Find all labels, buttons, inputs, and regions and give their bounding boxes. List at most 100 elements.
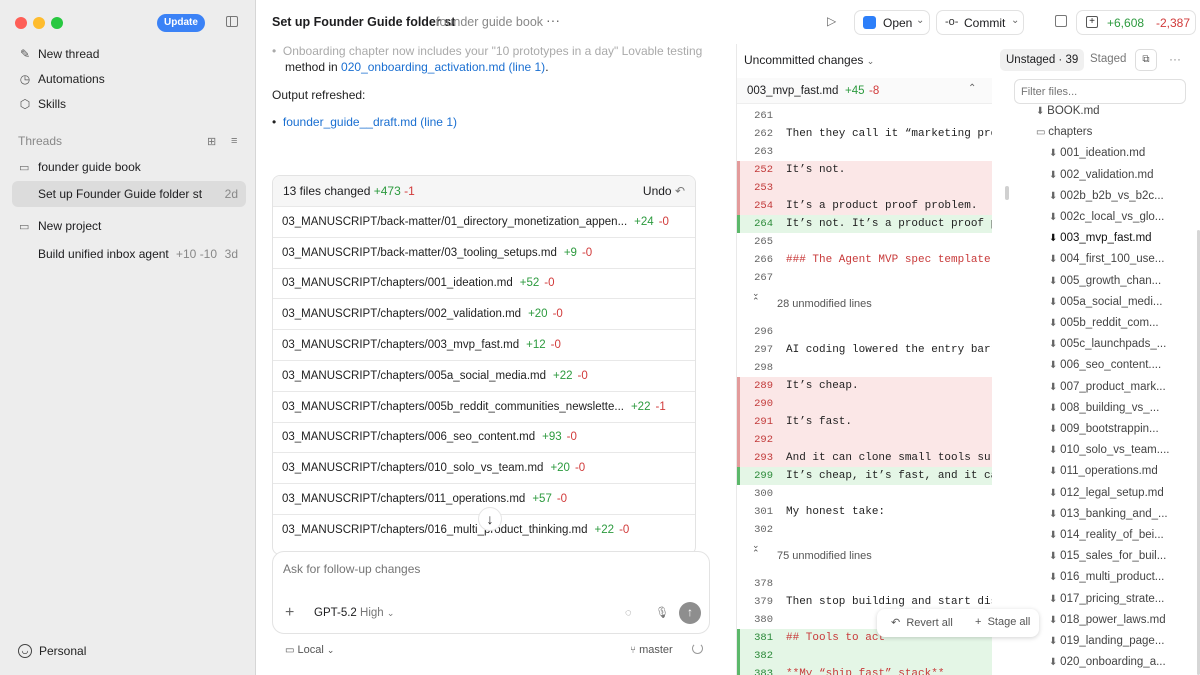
- tree-file[interactable]: ⬇ 012_legal_setup.md: [1049, 483, 1164, 504]
- tree-file[interactable]: ⬇ 011_operations.md: [1049, 461, 1158, 482]
- file-link-draft[interactable]: founder_guide__draft.md (line 1): [283, 115, 457, 129]
- tree-file[interactable]: ⬇ 019_landing_page...: [1049, 631, 1164, 652]
- add-attachment-icon[interactable]: +: [285, 604, 294, 622]
- changed-file-additions: +22: [552, 369, 573, 382]
- tree-file[interactable]: ⬇ 006_seo_content....: [1049, 355, 1161, 376]
- tree-file[interactable]: ⬇ 005b_reddit_com...: [1049, 313, 1159, 334]
- line-number: 297: [754, 344, 773, 356]
- thread-folder-new-project[interactable]: ▭ New project: [12, 213, 246, 239]
- tree-file[interactable]: ⬇ 003_mvp_fast.md: [1049, 228, 1152, 249]
- tree-label: 001_ideation.md: [1060, 147, 1146, 160]
- tree-file[interactable]: ⬇ 005_growth_chan...: [1049, 271, 1161, 292]
- new-folder-icon[interactable]: ⊞: [207, 135, 216, 148]
- line-number: 292: [754, 434, 773, 446]
- follow-up-input[interactable]: [283, 562, 683, 576]
- tree-file[interactable]: ⬇ 020_onboarding_a...: [1049, 652, 1166, 673]
- changed-file-row[interactable]: 03_MANUSCRIPT/chapters/003_mvp_fast.md +1…: [273, 329, 695, 360]
- tree-folder[interactable]: ▭ chapters: [1036, 122, 1092, 143]
- run-icon[interactable]: ▷: [827, 14, 836, 28]
- close-window-button[interactable]: [15, 17, 27, 29]
- changed-file-row[interactable]: 03_MANUSCRIPT/back-matter/01_directory_m…: [273, 206, 695, 237]
- tab-staged[interactable]: Staged: [1090, 53, 1126, 65]
- zoom-window-button[interactable]: [51, 17, 63, 29]
- tree-file[interactable]: ⬇ 002_validation.md: [1049, 165, 1154, 186]
- copy-icon[interactable]: ⧉: [1135, 49, 1157, 71]
- thread-item[interactable]: Build unified inbox agent +10 -10 3d: [12, 241, 246, 267]
- tree-label: 012_legal_setup.md: [1060, 486, 1164, 499]
- changed-file-row[interactable]: 03_MANUSCRIPT/chapters/002_validation.md…: [273, 298, 695, 329]
- changed-file-row[interactable]: 03_MANUSCRIPT/back-matter/03_tooling_set…: [273, 236, 695, 268]
- more-icon[interactable]: ···: [1169, 52, 1181, 66]
- tree-file[interactable]: ⬇ 018_power_laws.md: [1049, 610, 1166, 631]
- changed-file-row[interactable]: 03_MANUSCRIPT/chapters/005b_reddit_commu…: [273, 390, 695, 422]
- tree-file[interactable]: ⬇ 005a_social_medi...: [1049, 292, 1162, 313]
- unmodified-lines-fold[interactable]: ⌄ ⌃ 28 unmodified lines: [737, 287, 992, 323]
- changed-file-row[interactable]: 03_MANUSCRIPT/chapters/001_ideation.md +5…: [273, 267, 695, 299]
- filter-files-input[interactable]: [1014, 79, 1186, 104]
- nav-automations[interactable]: ◷ Automations: [12, 67, 244, 91]
- thread-folder-founder-guide[interactable]: ▭ founder guide book: [12, 154, 246, 180]
- diff-file-header[interactable]: 003_mvp_fast.md +45 -8 ⌃: [737, 78, 992, 104]
- tree-file[interactable]: ⬇ BOOK.md: [1036, 101, 1100, 122]
- tree-file[interactable]: ⬇ 014_reality_of_bei...: [1049, 525, 1164, 546]
- environment-selector[interactable]: ▭ Local ⌄: [285, 644, 334, 656]
- thread-item-selected[interactable]: Set up Founder Guide folder st 2d: [12, 181, 246, 207]
- download-arrow-icon: ⬇: [1049, 466, 1061, 478]
- nav-skills[interactable]: ⬡ Skills: [12, 92, 244, 116]
- thread-title: Set up Founder Guide folder st: [272, 15, 456, 29]
- tree-file[interactable]: ⬇ 007_product_mark...: [1049, 377, 1166, 398]
- open-button[interactable]: Open ⌄: [854, 10, 930, 35]
- collapse-icon[interactable]: ⌃: [968, 83, 976, 94]
- arrow-down-icon: ↓: [486, 511, 494, 527]
- minimize-window-button[interactable]: [33, 17, 45, 29]
- nav-new-thread[interactable]: ✎ New thread: [12, 42, 244, 66]
- update-button[interactable]: Update: [157, 14, 205, 32]
- branch-selector[interactable]: ⑂ master: [630, 644, 673, 656]
- tree-file[interactable]: ⬇ 005c_launchpads_...: [1049, 334, 1166, 355]
- uncommitted-dropdown[interactable]: Uncommitted changes ⌄: [744, 53, 874, 67]
- tree-file[interactable]: ⬇ 001_ideation.md: [1049, 143, 1145, 164]
- account-button[interactable]: ◡ Personal: [18, 644, 86, 658]
- filter-icon[interactable]: ≡: [231, 135, 237, 147]
- revert-all-button[interactable]: ↶ Revert all: [891, 616, 953, 629]
- tree-label: 005c_launchpads_...: [1060, 338, 1167, 351]
- changed-file-row[interactable]: 03_MANUSCRIPT/chapters/006_seo_content.m…: [273, 421, 695, 453]
- line-content: And it can clone small tools surpri: [786, 452, 992, 464]
- changed-file-row[interactable]: 03_MANUSCRIPT/chapters/010_solo_vs_team.…: [273, 452, 695, 483]
- diff-view: 261 262 Then they call it “marketing probl…: [737, 78, 992, 675]
- toggle-sidebar-icon[interactable]: [226, 16, 238, 27]
- diff-line: 254 It’s a product proof problem.: [737, 197, 992, 215]
- project-name[interactable]: founder guide book: [436, 15, 543, 29]
- undo-button[interactable]: Undo ↶: [643, 184, 685, 198]
- model-selector[interactable]: GPT-5.2 High ⌄: [314, 607, 394, 619]
- changed-file-row[interactable]: 03_MANUSCRIPT/chapters/005a_social_media…: [273, 359, 695, 391]
- threads-header: Threads: [18, 134, 63, 148]
- commit-button[interactable]: -o- Commit ⌄: [936, 10, 1024, 35]
- changes-header: 13 files changed +473 -1 Undo ↶: [273, 176, 695, 206]
- tree-file[interactable]: ⬇ 004_first_100_use...: [1049, 249, 1164, 270]
- terminal-icon[interactable]: [1055, 15, 1067, 27]
- tree-file[interactable]: ⬇ 010_solo_vs_team....: [1049, 440, 1170, 461]
- tree-file[interactable]: ⬇ 008_building_vs_...: [1049, 398, 1159, 419]
- diff-summary-button[interactable]: + +6,608 -2,387: [1076, 10, 1196, 35]
- unmodified-lines-fold[interactable]: ⌄ ⌃ 75 unmodified lines: [737, 539, 992, 575]
- tree-file[interactable]: ⬇ 002b_b2b_vs_b2c...: [1049, 186, 1164, 207]
- tab-unstaged[interactable]: Unstaged · 39: [1000, 49, 1085, 71]
- send-button[interactable]: ↑: [679, 602, 701, 624]
- scroll-down-button[interactable]: ↓: [478, 507, 502, 531]
- tree-file[interactable]: ⬇ 017_pricing_strate...: [1049, 589, 1164, 610]
- commit-label: Commit: [964, 16, 1006, 30]
- tree-file[interactable]: ⬇ 013_banking_and_...: [1049, 504, 1168, 525]
- stage-all-button[interactable]: + Stage all: [975, 616, 1030, 628]
- tree-file[interactable]: ⬇ 002c_local_vs_glo...: [1049, 207, 1164, 228]
- model-name: GPT-5.2: [314, 607, 357, 619]
- diff-line: 264 It’s not. It’s a product proof prob: [737, 215, 992, 233]
- file-link-onboarding[interactable]: 020_onboarding_activation.md (line 1): [341, 60, 545, 74]
- tree-file[interactable]: ⬇ 015_sales_for_buil...: [1049, 546, 1166, 567]
- attach-image-icon[interactable]: ◌: [625, 607, 632, 619]
- tree-file[interactable]: ⬇ 009_bootstrappin...: [1049, 419, 1159, 440]
- microphone-icon[interactable]: 🎙: [655, 606, 669, 619]
- tree-file[interactable]: ⬇ 016_multi_product...: [1049, 567, 1164, 588]
- more-icon[interactable]: ···: [546, 12, 560, 28]
- compose-icon: ✎: [19, 47, 31, 61]
